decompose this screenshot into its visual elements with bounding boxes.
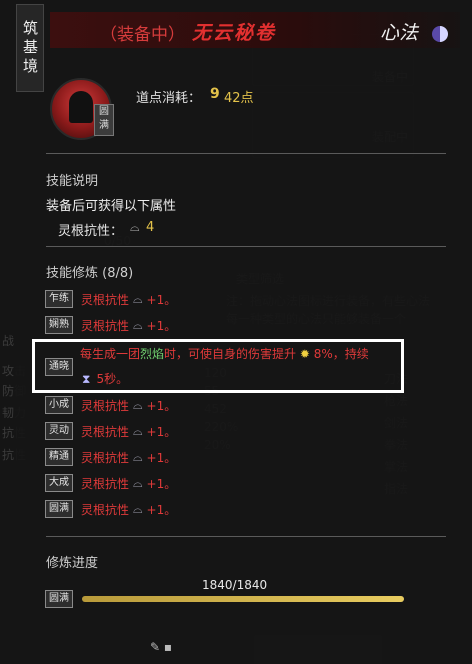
- effect-part2: 时，可使自身的伤害提升: [164, 347, 297, 361]
- row-text: 灵根抗性: [81, 398, 130, 413]
- stage-tag: 圆满: [45, 500, 73, 518]
- brush-icon: ✎ ▪: [150, 640, 173, 654]
- row-value: +1。: [146, 398, 177, 413]
- stage-tag: 灵动: [45, 422, 73, 440]
- stage-tag: 娴熟: [45, 316, 73, 334]
- row-value: +1。: [146, 450, 177, 465]
- stage-tag: 通晓: [45, 358, 73, 376]
- cultivation-row: 灵动 灵根抗性 ⌓ +1。: [45, 420, 176, 442]
- row-text: 灵根抗性: [81, 318, 130, 333]
- root-resist-icon: ⌓: [133, 501, 143, 516]
- category-label: 心法: [380, 22, 419, 44]
- attribute-label: 灵根抗性：: [58, 224, 124, 239]
- divider: [46, 536, 446, 537]
- row-text: 灵根抗性: [81, 450, 130, 465]
- row-value: +1。: [146, 292, 177, 307]
- skill-name: 无云秘卷: [192, 22, 277, 44]
- realm-rank-tag: 筑基境: [16, 4, 44, 92]
- cultivation-row: 精通 灵根抗性 ⌓ +1。: [45, 446, 176, 468]
- description-title: 技能说明: [46, 174, 99, 189]
- row-text: 灵根抗性: [81, 424, 130, 439]
- special-effect-line1: 每生成一团烈焰时，可使自身的伤害提升 ✹ 8%，持续: [80, 345, 369, 362]
- realm-rank-label: 筑基境: [21, 19, 39, 77]
- effect-part1: 每生成一团: [80, 347, 141, 361]
- cultivation-row: 大成 灵根抗性 ⌓ +1。: [45, 472, 176, 494]
- description-text: 装备后可获得以下属性: [46, 199, 177, 214]
- fire-keyword: 烈焰: [140, 347, 165, 361]
- figure-silhouette-icon: [69, 91, 93, 123]
- mastery-badge: 圆满: [94, 104, 114, 136]
- row-value: +1。: [146, 318, 177, 333]
- sun-icon: ✹: [299, 347, 310, 361]
- divider: [46, 153, 446, 154]
- row-text: 灵根抗性: [81, 292, 130, 307]
- root-resist-icon: ⌓: [133, 475, 143, 490]
- root-resist-icon: ⌓: [133, 317, 143, 332]
- stage-tag: 小成: [45, 396, 73, 414]
- root-resist-icon: ⌓: [133, 397, 143, 412]
- stage-tag: 精通: [45, 448, 73, 466]
- stage-tag: 大成: [45, 474, 73, 492]
- progress-text: 1840/1840: [202, 578, 268, 592]
- effect-duration: 5秒。: [96, 372, 129, 386]
- root-resist-icon: ⌓: [133, 449, 143, 464]
- cultivation-title: 技能修炼 (8/8): [46, 266, 134, 281]
- stage-tag: 乍练: [45, 290, 73, 308]
- bg-label-0: 战: [2, 334, 15, 348]
- cultivation-row: 乍练 灵根抗性 ⌓ +1。: [45, 288, 176, 310]
- row-text: 灵根抗性: [81, 502, 130, 517]
- dao-point-icon: 9: [210, 86, 220, 102]
- progress-stage-tag: 圆满: [45, 590, 73, 608]
- divider: [46, 246, 446, 247]
- special-effect-row: 通晓: [45, 356, 81, 378]
- cost-label: 道点消耗：: [136, 91, 202, 106]
- cultivation-row: 圆满 灵根抗性 ⌓ +1。: [45, 498, 176, 520]
- row-value: +1。: [146, 502, 177, 517]
- root-resist-icon: ⌓: [133, 423, 143, 438]
- special-effect-line2: ⧗ 5秒。: [82, 370, 128, 387]
- hourglass-icon: ⧗: [82, 372, 91, 386]
- progress-bar-fill: [82, 596, 404, 602]
- root-resist-icon: ⌓: [133, 291, 143, 306]
- equip-status: （装备中）: [100, 25, 185, 45]
- effect-part3: 8%，持续: [313, 347, 369, 361]
- row-value: +1。: [146, 476, 177, 491]
- row-text: 灵根抗性: [81, 476, 130, 491]
- cultivation-row: 娴熟 灵根抗性 ⌓ +1。: [45, 314, 176, 336]
- cost-value: 42点: [224, 91, 254, 106]
- root-resist-icon: ⌓: [130, 220, 140, 234]
- cultivation-row: 小成 灵根抗性 ⌓ +1。: [45, 394, 176, 416]
- attribute-value: 4: [146, 220, 155, 235]
- row-value: +1。: [146, 424, 177, 439]
- yin-yang-icon[interactable]: [432, 26, 448, 42]
- progress-title: 修炼进度: [46, 556, 99, 571]
- progress-bar: [82, 596, 404, 602]
